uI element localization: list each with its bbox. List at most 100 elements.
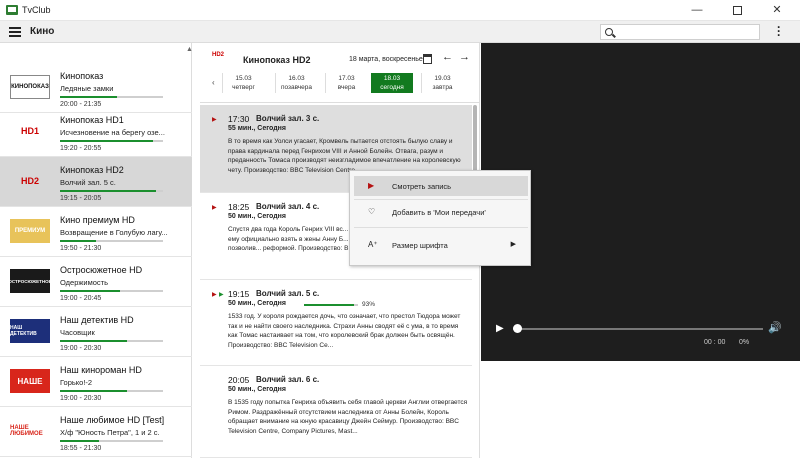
channel-item[interactable]: НАШЕ ЛЮБИМОЕ Наше любимое HD [Test] Х/ф … — [0, 407, 192, 457]
day-tab[interactable]: 16.03 позавчера — [275, 73, 317, 93]
context-menu: ▶ Смотреть запись ♡ Добавить в 'Мои пере… — [349, 170, 531, 266]
seek-bar[interactable] — [513, 328, 763, 330]
day-selector: ‹ 15.03 четверг 16.03 позавчера 17.03 вчера… — [212, 73, 476, 93]
record-play-icon: ▶ — [212, 205, 217, 211]
channel-progress-bar — [60, 190, 163, 192]
channel-item[interactable]: НАШ ДЕТЕКТИВ Наш детектив HD Часовщик 19… — [0, 307, 192, 357]
arrow-right-icon[interactable]: → — [459, 51, 470, 63]
program-item-current[interactable]: ▶ ▶ 19:15 Волчий зал. 5 с. 50 мин., Сего… — [200, 280, 472, 366]
channel-logo: НАШЕ ЛЮБИМОЕ — [10, 425, 43, 437]
channel-program: Х/ф "Юность Петра", 1 и 2 с. — [60, 428, 160, 437]
menu-divider — [354, 199, 528, 200]
close-button[interactable]: ✕ — [757, 0, 797, 21]
section-title: Кино — [30, 26, 55, 37]
channel-logo: ОСТРОСЮЖЕТНОЕ — [8, 269, 52, 293]
channel-progress-bar — [60, 440, 163, 442]
channel-name: Наш детектив HD — [60, 315, 134, 325]
menu-item-label: Добавить в 'Мои передачи' — [392, 208, 486, 217]
volume-icon[interactable]: 🔊 — [768, 321, 782, 334]
scroll-up-icon[interactable]: ▲ — [186, 46, 193, 53]
program-progress-bar — [304, 304, 358, 306]
channel-progress-bar — [60, 96, 163, 98]
day-date: 15.03 — [235, 75, 252, 82]
program-description: В 1535 году попытка Генриха объявить себ… — [228, 399, 468, 435]
channel-progress-bar — [60, 340, 163, 342]
day-label: завтра — [432, 84, 453, 91]
channel-time: 19:00 - 20:45 — [60, 295, 102, 302]
channel-program: Часовщик — [60, 328, 95, 337]
channel-time: 19:50 - 21:30 — [60, 245, 102, 252]
channel-logo: HD1 — [20, 126, 39, 136]
channel-logo: НАШ ДЕТЕКТИВ — [10, 319, 50, 343]
day-tab[interactable]: 17.03 вчера — [325, 73, 367, 93]
arrow-left-icon[interactable]: ← — [442, 51, 453, 63]
schedule-header: HD2 Кинопоказ HD2 18 марта, воскресенье … — [200, 43, 480, 103]
day-date: 16.03 — [288, 75, 305, 82]
channel-time: 19:20 - 20:55 — [60, 145, 102, 152]
channel-progress-bar — [60, 240, 163, 242]
channel-name: Наше любимое HD [Test] — [60, 415, 165, 425]
channel-item[interactable]: НАШЕ Наш кинороман HD Горько!-2 19:00 - … — [0, 357, 192, 407]
program-item[interactable]: 20:05 Волчий зал. 6 с. 50 мин., Сегодня … — [200, 366, 472, 458]
program-title: Волчий зал. 6 с. — [256, 375, 320, 384]
channel-name: Кино премиум HD — [60, 215, 135, 225]
chevron-left-icon[interactable]: ‹ — [212, 78, 215, 87]
day-date: 17.03 — [338, 75, 355, 82]
channel-time: 18:55 - 21:30 — [60, 445, 102, 452]
play-icon[interactable]: ▶ — [496, 323, 504, 334]
schedule-scrollbar[interactable] — [473, 105, 477, 175]
player-time: 00 : 00 — [704, 339, 726, 346]
program-meta: 55 мин., Сегодня — [228, 125, 286, 132]
heart-icon: ♡ — [368, 207, 376, 216]
menu-item-font-size[interactable]: A⁺ Размер шрифта ▶ — [354, 235, 528, 255]
day-date: 18.03 — [383, 75, 401, 82]
app-header: Кино · · · — [0, 21, 800, 43]
record-play-icon: ▶ — [212, 292, 217, 298]
day-tab[interactable]: 19.03 завтра — [421, 73, 463, 93]
day-label: четверг — [232, 84, 255, 91]
channel-time: 19:00 - 20:30 — [60, 345, 102, 352]
day-label: вчера — [337, 84, 356, 91]
day-date: 19.03 — [434, 75, 451, 82]
channel-time: 19:15 - 20:05 — [60, 195, 102, 202]
menu-item-watch-recording[interactable]: ▶ Смотреть запись — [354, 176, 528, 196]
maximize-button[interactable] — [717, 0, 757, 21]
menu-item-label: Размер шрифта — [392, 241, 448, 250]
channel-program: Ледяные замки — [60, 84, 114, 93]
record-play-icon: ▶ — [212, 117, 217, 123]
window-title: TvClub — [22, 5, 51, 15]
channel-item[interactable]: ПРЕМИУМ Кино премиум HD Возвращение в Го… — [0, 207, 192, 257]
play-icon: ▶ — [368, 181, 375, 190]
day-tab[interactable]: 15.03 четверг — [222, 73, 264, 93]
program-title: Волчий зал. 3 с. — [256, 114, 320, 123]
seek-handle[interactable] — [513, 324, 522, 333]
minimize-button[interactable]: — — [677, 0, 717, 21]
channel-item[interactable]: КИНОПОКАЗ Кинопоказ Ледяные замки 20:00 … — [0, 63, 192, 113]
day-tab-active[interactable]: 18.03 сегодня — [371, 73, 413, 93]
more-options-icon[interactable]: · · · — [775, 21, 783, 41]
program-title: Волчий зал. 5 с. — [256, 289, 320, 298]
channel-name: Наш кинороман HD — [60, 365, 142, 375]
channel-item[interactable]: ОСТРОСЮЖЕТНОЕ Остросюжетное HD Одержимос… — [0, 257, 192, 307]
program-meta: 50 мин., Сегодня — [228, 213, 286, 220]
search-input[interactable] — [600, 24, 760, 40]
channel-time: 19:00 - 20:30 — [60, 395, 102, 402]
channel-item-selected[interactable]: HD2 Кинопоказ HD2 Волчий зал. 5 с. 19:15… — [0, 157, 192, 207]
channel-item[interactable]: HD1 Кинопоказ HD1 Исчезновение на берегу… — [0, 107, 192, 157]
schedule-channel-logo: HD2 — [212, 52, 225, 58]
channel-logo: КИНОПОКАЗ — [10, 75, 50, 99]
submenu-arrow-icon: ▶ — [510, 241, 516, 248]
channel-program: Горько!-2 — [60, 378, 93, 387]
channel-logo: НАШЕ — [10, 369, 50, 393]
menu-item-add-favorites[interactable]: ♡ Добавить в 'Мои передачи' — [354, 202, 528, 222]
program-progress-percent: 93% — [362, 301, 376, 308]
channel-logo: ПРЕМИУМ — [10, 219, 50, 243]
program-title: Волчий зал. 4 с. — [256, 202, 320, 211]
channel-name: Кинопоказ — [60, 71, 104, 81]
day-label: позавчера — [280, 84, 313, 91]
menu-item-label: Смотреть запись — [392, 182, 452, 191]
calendar-icon[interactable] — [423, 54, 432, 64]
channel-program: Одержимость — [60, 278, 109, 287]
hamburger-menu-icon[interactable] — [9, 27, 21, 37]
channel-progress-bar — [60, 390, 163, 392]
